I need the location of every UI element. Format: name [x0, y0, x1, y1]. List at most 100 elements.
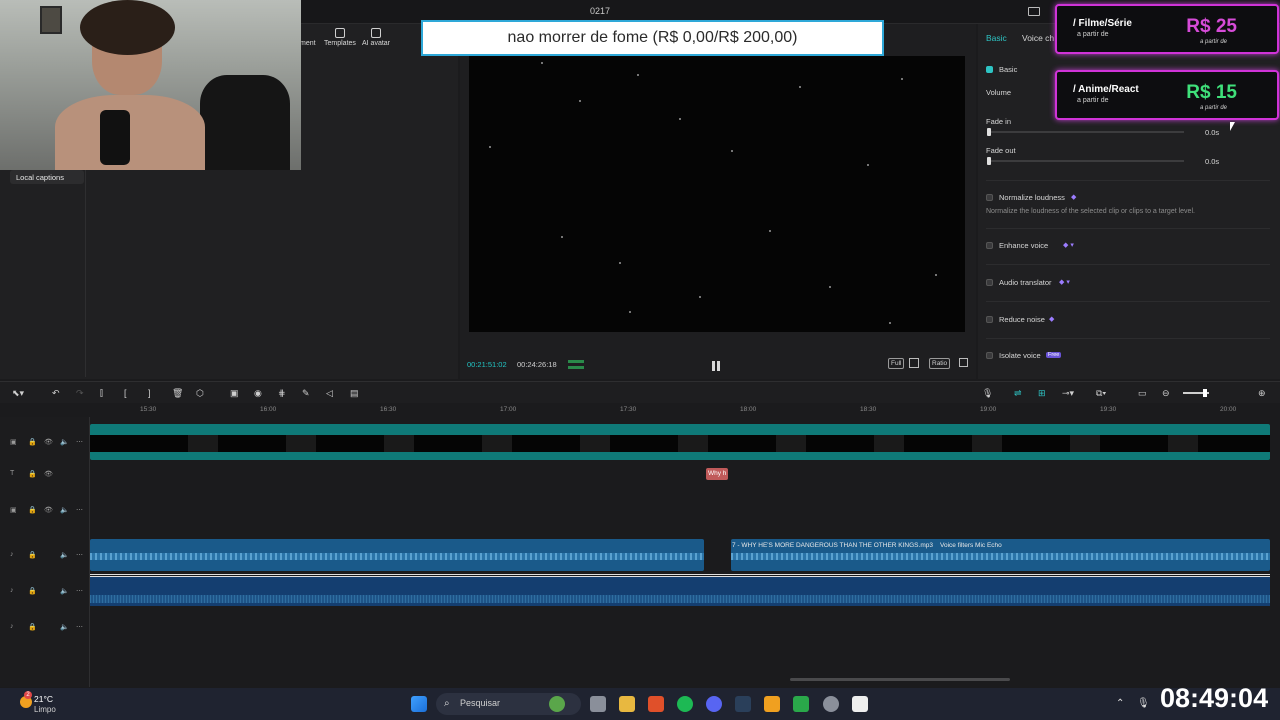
fade-out-slider[interactable]	[988, 160, 1184, 162]
full-button[interactable]: Full	[888, 358, 905, 369]
price-card-filme: / Filme/Série a partir de R$ 25 a partir…	[1055, 4, 1279, 54]
star-dot	[769, 230, 771, 232]
auto-snap-icon[interactable]: ⊞	[1038, 388, 1046, 399]
lock-icon[interactable]: 🔒	[28, 506, 37, 514]
layout-icon[interactable]	[1028, 7, 1040, 16]
adjust-icon[interactable]: ⋕	[278, 388, 286, 399]
background-audio-clip[interactable]	[90, 576, 1270, 606]
file-explorer-icon[interactable]	[619, 696, 635, 712]
ratio-button[interactable]: Ratio	[929, 358, 951, 369]
ruler-tick-label: 18:30	[860, 406, 877, 413]
tab-basic[interactable]: Basic	[986, 33, 1007, 43]
discord-icon[interactable]	[706, 696, 722, 712]
fade-out-knob[interactable]	[987, 157, 991, 165]
more-icon[interactable]: ⋯	[76, 551, 83, 559]
spotify-icon[interactable]	[677, 696, 693, 712]
caption-icon[interactable]: ▤	[350, 388, 359, 399]
tab-element-label: ment	[300, 40, 316, 47]
obs-icon[interactable]	[823, 696, 839, 712]
fade-in-knob[interactable]	[987, 128, 991, 136]
mirror-icon[interactable]: ◁	[326, 388, 333, 399]
lock-icon[interactable]: 🔒	[28, 470, 37, 478]
search-icon: ⌕	[444, 698, 450, 709]
pause-button[interactable]	[712, 358, 722, 371]
steam-icon[interactable]	[735, 696, 751, 712]
more-icon[interactable]: ⋯	[76, 438, 83, 446]
tab-templates[interactable]: Templates	[324, 28, 356, 47]
eye-icon[interactable]: 👁	[44, 438, 53, 446]
thumbnail-frame	[1168, 435, 1198, 452]
audio-waveform	[90, 553, 704, 560]
video-preview[interactable]	[469, 56, 965, 332]
reduce-noise-checkbox[interactable]	[986, 316, 993, 323]
trim-right-icon[interactable]: ]	[148, 388, 151, 398]
snapshot-icon[interactable]	[909, 358, 919, 368]
audio-clip[interactable]	[90, 539, 704, 571]
media-app-icon[interactable]	[793, 696, 809, 712]
fade-out-value[interactable]: 0.0s	[1205, 157, 1219, 166]
brave-browser-icon[interactable]	[648, 696, 664, 712]
zoom-in-icon[interactable]: ⊕	[1258, 388, 1266, 399]
thumbnail-frame	[286, 435, 316, 452]
tab-voice-changer[interactable]: Voice ch	[1022, 33, 1054, 43]
enhance-voice-checkbox[interactable]	[986, 242, 993, 249]
zoom-out-icon[interactable]: ⊖	[1162, 388, 1170, 399]
fade-in-label: Fade in	[986, 117, 1012, 126]
star-dot	[679, 118, 681, 120]
audio-translator-checkbox[interactable]	[986, 279, 993, 286]
fit-icon[interactable]: ▭	[1138, 388, 1147, 399]
split-icon[interactable]: ⫿	[100, 388, 103, 399]
delete-icon[interactable]: 🗑	[172, 388, 183, 399]
ruler-tick-label: 16:00	[260, 406, 277, 413]
linkage-icon[interactable]: ⊸▾	[1062, 388, 1074, 399]
lock-icon[interactable]: 🔒	[28, 438, 37, 446]
ruler-tick-label: 15:30	[140, 406, 157, 413]
tab-ai-avatar[interactable]: AI avatar	[362, 28, 390, 47]
chevron-up-icon[interactable]: ⌃	[1116, 698, 1124, 709]
fullscreen-icon[interactable]	[959, 358, 968, 367]
lock-icon[interactable]: 🔒	[28, 623, 37, 631]
microphone-tray-icon[interactable]: 🎙	[1137, 698, 1150, 709]
sidebar-item-local-captions[interactable]: Local captions	[10, 170, 84, 184]
timeline-scrollbar[interactable]	[790, 678, 1010, 681]
fade-in-slider[interactable]	[988, 131, 1184, 133]
more-icon[interactable]: ⋯	[76, 623, 83, 631]
speaker-icon[interactable]: 🔈	[60, 623, 69, 631]
thumbnail-frame	[1070, 435, 1100, 452]
redo-icon[interactable]: ↷	[76, 388, 84, 399]
speaker-icon[interactable]: 🔈	[60, 587, 69, 595]
tab-element[interactable]: ment	[300, 40, 316, 47]
capcut-icon[interactable]	[852, 696, 868, 712]
trim-left-icon[interactable]: [	[124, 388, 127, 398]
star-dot	[579, 100, 581, 102]
speed-icon[interactable]: ◉	[254, 388, 262, 399]
preview-axis-icon[interactable]: ⧉▾	[1096, 388, 1106, 399]
eye-icon[interactable]: 👁	[44, 506, 53, 514]
lock-icon[interactable]: 🔒	[28, 587, 37, 595]
microphone-icon[interactable]: 🎙	[982, 388, 993, 399]
undo-icon[interactable]: ↶	[52, 388, 60, 399]
speaker-icon[interactable]: 🔈	[60, 551, 69, 559]
marker-icon[interactable]: ⬡	[196, 388, 204, 399]
select-tool-icon[interactable]: ⬉▾	[12, 388, 24, 399]
divider	[986, 301, 1270, 302]
normalize-checkbox[interactable]	[986, 194, 993, 201]
basic-checkbox[interactable]	[986, 66, 993, 73]
auto-reframe-icon[interactable]: ✎	[302, 388, 310, 399]
crop-icon[interactable]: ▣	[230, 388, 239, 399]
windows-start-icon[interactable]	[411, 696, 427, 712]
app-icon[interactable]	[764, 696, 780, 712]
eye-icon[interactable]: 👁	[44, 470, 53, 478]
speaker-icon[interactable]: 🔈	[60, 506, 69, 514]
lock-icon[interactable]: 🔒	[28, 551, 37, 559]
text-clip[interactable]: Why h	[706, 468, 728, 480]
main-track-magnet-icon[interactable]: ⇌	[1014, 388, 1022, 399]
zoom-slider-knob[interactable]	[1203, 389, 1207, 397]
isolate-voice-checkbox[interactable]	[986, 352, 993, 359]
task-view-icon[interactable]	[590, 696, 606, 712]
speaker-icon[interactable]: 🔈	[60, 438, 69, 446]
star-dot	[829, 286, 831, 288]
more-icon[interactable]: ⋯	[76, 587, 83, 595]
more-icon[interactable]: ⋯	[76, 506, 83, 514]
fade-in-value[interactable]: 0.0s	[1205, 128, 1219, 137]
